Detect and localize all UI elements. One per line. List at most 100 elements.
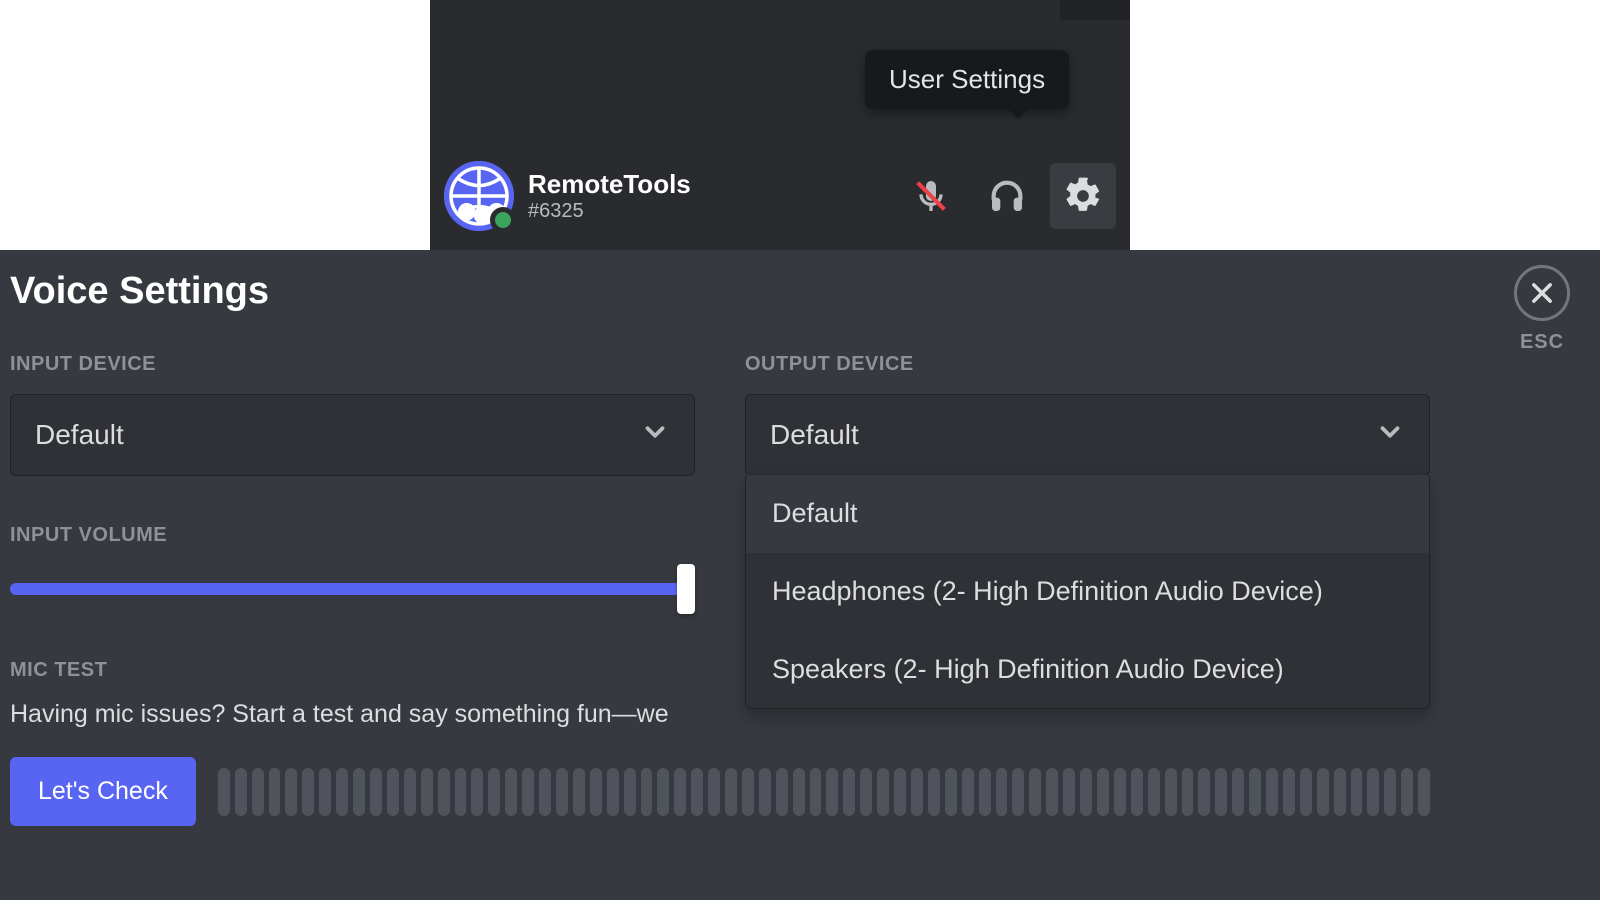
meter-segment: [607, 768, 619, 816]
meter-segment: [674, 768, 686, 816]
user-settings-button[interactable]: [1050, 163, 1116, 229]
meter-segment: [573, 768, 585, 816]
meter-segment: [641, 768, 653, 816]
user-panel: RemoteTools #6325: [430, 142, 1130, 250]
meter-segment: [522, 768, 534, 816]
meter-segment: [1063, 768, 1075, 816]
meter-segment: [1266, 768, 1278, 816]
mic-check-row: Let's Check: [10, 757, 1430, 826]
username: RemoteTools: [528, 169, 898, 200]
close-icon: [1528, 279, 1556, 307]
meter-segment: [877, 768, 889, 816]
mute-mic-button[interactable]: [898, 163, 964, 229]
chevron-down-icon: [640, 417, 670, 454]
headphones-icon: [987, 176, 1027, 216]
output-option[interactable]: Headphones (2- High Definition Audio Dev…: [746, 553, 1429, 631]
meter-segment: [759, 768, 771, 816]
output-device-value: Default: [770, 419, 859, 451]
page-title: Voice Settings: [10, 270, 1590, 313]
meter-segment: [218, 768, 230, 816]
gear-icon: [1063, 176, 1103, 216]
slider-thumb[interactable]: [677, 564, 695, 614]
chevron-down-icon: [1375, 417, 1405, 454]
close-button[interactable]: [1514, 265, 1570, 321]
meter-segment: [691, 768, 703, 816]
meter-segment: [455, 768, 467, 816]
output-option[interactable]: Default: [746, 475, 1429, 553]
meter-segment: [1148, 768, 1160, 816]
meter-segment: [235, 768, 247, 816]
input-column: INPUT DEVICE Default INPUT VOLUME MIC TE…: [10, 353, 695, 729]
meter-segment: [539, 768, 551, 816]
meter-segment: [1232, 768, 1244, 816]
meter-segment: [387, 768, 399, 816]
mic-test-section: MIC TEST Having mic issues? Start a test…: [10, 659, 695, 729]
voice-settings-panel: Voice Settings ESC INPUT DEVICE Default …: [0, 250, 1600, 900]
meter-segment: [1300, 768, 1312, 816]
meter-segment: [1131, 768, 1143, 816]
meter-segment: [336, 768, 348, 816]
meter-segment: [742, 768, 754, 816]
meter-segment: [1080, 768, 1092, 816]
user-text: RemoteTools #6325: [528, 169, 898, 223]
meter-segment: [1046, 768, 1058, 816]
meter-segment: [996, 768, 1008, 816]
meter-segment: [843, 768, 855, 816]
input-device-select[interactable]: Default: [10, 394, 695, 476]
meter-segment: [962, 768, 974, 816]
user-panel-container: RemoteTools #6325: [430, 0, 1130, 250]
slider-track: [10, 583, 695, 595]
meter-segment: [1367, 768, 1379, 816]
meter-segment: [1283, 768, 1295, 816]
meter-segment: [1384, 768, 1396, 816]
meter-segment: [353, 768, 365, 816]
meter-segment: [911, 768, 923, 816]
status-online-icon: [490, 207, 516, 233]
meter-segment: [708, 768, 720, 816]
input-device-label: INPUT DEVICE: [10, 353, 695, 376]
meter-segment: [590, 768, 602, 816]
output-device-select[interactable]: Default: [745, 394, 1430, 476]
output-column: OUTPUT DEVICE Default Default Headphones…: [745, 353, 1430, 729]
meter-segment: [793, 768, 805, 816]
meter-segment: [1198, 768, 1210, 816]
meter-segment: [252, 768, 264, 816]
meter-segment: [860, 768, 872, 816]
meter-segment: [269, 768, 281, 816]
meter-segment: [1182, 768, 1194, 816]
mic-test-description: Having mic issues? Start a test and say …: [10, 700, 695, 729]
meter-segment: [1317, 768, 1329, 816]
meter-segment: [657, 768, 669, 816]
panel-top-shadow: [1060, 0, 1130, 20]
meter-segment: [556, 768, 568, 816]
meter-segment: [776, 768, 788, 816]
input-volume-label: INPUT VOLUME: [10, 524, 695, 547]
output-device-label: OUTPUT DEVICE: [745, 353, 1430, 376]
meter-segment: [505, 768, 517, 816]
meter-segment: [725, 768, 737, 816]
mic-level-meter: [218, 768, 1430, 816]
input-volume-slider[interactable]: [10, 567, 695, 611]
deafen-button[interactable]: [974, 163, 1040, 229]
meter-segment: [471, 768, 483, 816]
meter-segment: [302, 768, 314, 816]
avatar[interactable]: [444, 161, 514, 231]
meter-segment: [1114, 768, 1126, 816]
meter-segment: [421, 768, 433, 816]
esc-label: ESC: [1514, 331, 1570, 354]
meter-segment: [945, 768, 957, 816]
meter-segment: [1029, 768, 1041, 816]
mic-test-label: MIC TEST: [10, 659, 695, 682]
close-block: ESC: [1514, 265, 1570, 354]
device-columns: INPUT DEVICE Default INPUT VOLUME MIC TE…: [10, 353, 1430, 729]
meter-segment: [1351, 768, 1363, 816]
meter-segment: [928, 768, 940, 816]
meter-segment: [319, 768, 331, 816]
meter-segment: [894, 768, 906, 816]
mic-muted-icon: [911, 176, 951, 216]
output-option[interactable]: Speakers (2- High Definition Audio Devic…: [746, 631, 1429, 709]
meter-segment: [810, 768, 822, 816]
lets-check-button[interactable]: Let's Check: [10, 757, 196, 826]
meter-segment: [826, 768, 838, 816]
meter-segment: [404, 768, 416, 816]
